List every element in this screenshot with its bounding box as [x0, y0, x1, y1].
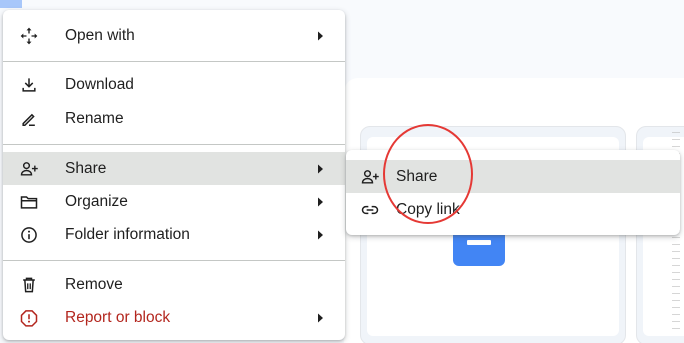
- menu-item-label: Share: [65, 159, 107, 177]
- drive-screen: Open with Download Rename Share Organize…: [0, 0, 684, 343]
- submenu-arrow-icon: [315, 30, 325, 42]
- menu-item-folder-information[interactable]: Folder information: [3, 218, 345, 251]
- submenu-arrow-icon: [315, 229, 325, 241]
- menu-item-label: Organize: [65, 192, 128, 210]
- submenu-item-share[interactable]: Share: [346, 160, 680, 193]
- menu-item-label: Rename: [65, 109, 124, 127]
- menu-item-label: Open with: [65, 26, 135, 44]
- menu-item-label: Remove: [65, 275, 123, 293]
- menu-divider: [3, 260, 345, 261]
- menu-item-report-or-block[interactable]: Report or block: [3, 301, 345, 334]
- menu-item-label: Report or block: [65, 308, 171, 326]
- menu-item-organize[interactable]: Organize: [3, 185, 345, 218]
- submenu-item-label: Copy link: [396, 200, 460, 218]
- rename-icon: [19, 109, 39, 129]
- trash-icon: [19, 275, 39, 295]
- share-icon: [19, 159, 39, 179]
- report-icon: [19, 308, 39, 328]
- share-submenu: Share Copy link: [346, 150, 680, 235]
- menu-divider: [3, 61, 345, 62]
- submenu-item-copy-link[interactable]: Copy link: [346, 193, 680, 226]
- menu-item-open-with[interactable]: Open with: [3, 19, 345, 52]
- docs-file-icon-bar: [467, 240, 491, 245]
- menu-item-label: Download: [65, 75, 134, 93]
- menu-item-share[interactable]: Share: [3, 152, 345, 185]
- submenu-item-label: Share: [396, 167, 438, 185]
- selection-accent: [0, 0, 22, 8]
- submenu-arrow-icon: [315, 163, 325, 175]
- share-icon: [360, 167, 380, 187]
- folder-icon: [19, 192, 39, 212]
- submenu-arrow-icon: [315, 196, 325, 208]
- download-icon: [19, 75, 39, 95]
- submenu-arrow-icon: [315, 312, 325, 324]
- menu-item-download[interactable]: Download: [3, 68, 345, 101]
- menu-item-label: Folder information: [65, 225, 190, 243]
- open-with-icon: [19, 26, 39, 46]
- link-icon: [360, 200, 380, 220]
- menu-item-remove[interactable]: Remove: [3, 268, 345, 301]
- menu-divider: [3, 144, 345, 145]
- info-icon: [19, 225, 39, 245]
- context-menu: Open with Download Rename Share Organize…: [3, 10, 345, 340]
- menu-item-rename[interactable]: Rename: [3, 102, 345, 135]
